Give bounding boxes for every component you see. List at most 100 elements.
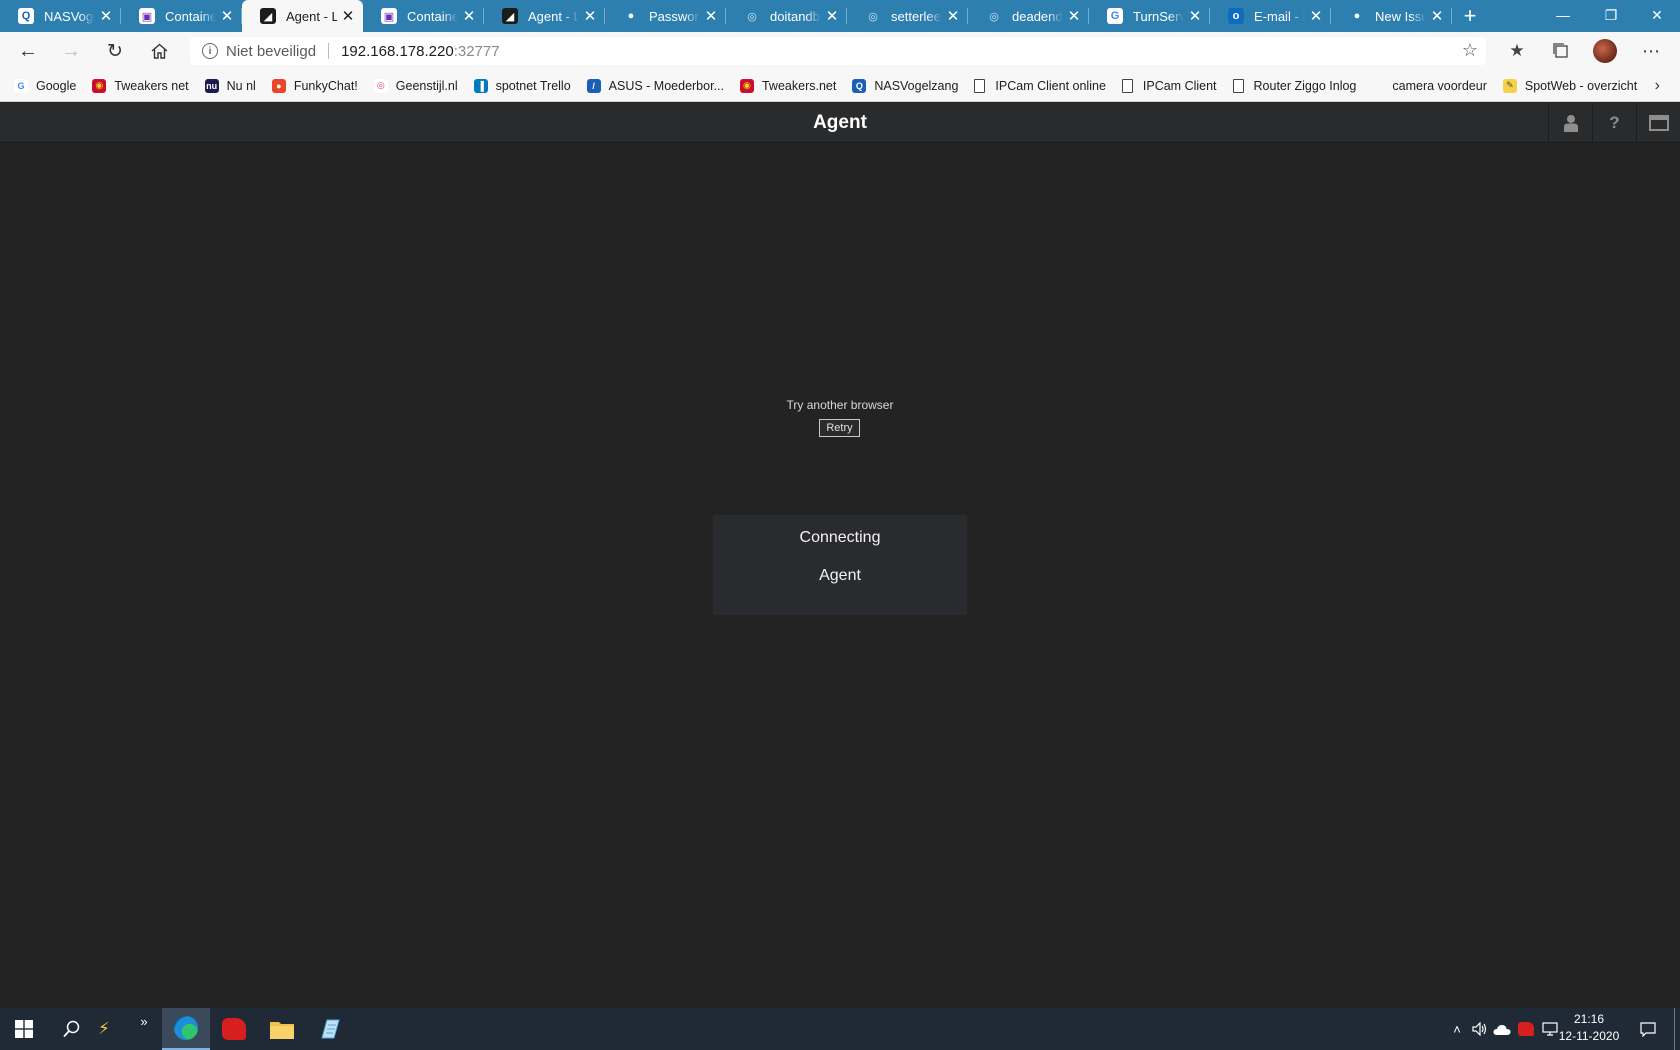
start-button[interactable] xyxy=(0,1008,48,1050)
browser-tab[interactable]: ◎ setterlee/r✕ xyxy=(847,0,968,32)
browser-tab[interactable]: ● Password✕ xyxy=(605,0,726,32)
bookmark-item[interactable]: camera voordeur xyxy=(1392,79,1487,93)
lightning-icon: ⚡ xyxy=(98,1019,110,1038)
file-explorer-taskbar-button[interactable] xyxy=(258,1008,306,1050)
notepad-taskbar-button[interactable] xyxy=(306,1008,354,1050)
volume-icon[interactable] xyxy=(1468,1008,1490,1050)
bookmark-item[interactable]: nu Nu nl xyxy=(204,78,256,93)
bookmark-item[interactable]: ◉ Tweakers.net xyxy=(739,78,836,93)
bookmark-item[interactable]: ◎ Geenstijl.nl xyxy=(373,78,458,93)
show-desktop-button[interactable] xyxy=(1674,1008,1675,1050)
tab-title: setterlee/r xyxy=(891,8,942,24)
tab-close-icon[interactable]: ✕ xyxy=(462,7,476,25)
tab-close-icon[interactable]: ✕ xyxy=(1309,7,1323,25)
tab-title: E-mail - M xyxy=(1254,8,1305,24)
browser-tab[interactable]: o E-mail - M✕ xyxy=(1210,0,1331,32)
page-icon xyxy=(1121,78,1133,93)
clock-time: 21:16 xyxy=(1573,1012,1605,1026)
browser-tab[interactable]: G TurnServe✕ xyxy=(1089,0,1210,32)
help-button[interactable]: ? xyxy=(1592,103,1636,143)
profile-avatar[interactable] xyxy=(1590,37,1620,65)
tab-close-icon[interactable]: ✕ xyxy=(583,7,597,25)
bookmarks-overflow-chevron-icon[interactable]: › xyxy=(1655,77,1660,95)
browser-tab[interactable]: ▣ Container ✕ xyxy=(121,0,242,32)
tweakers-icon: ◉ xyxy=(92,78,107,93)
new-tab-button[interactable]: + xyxy=(1452,0,1488,32)
bookmark-item[interactable]: G Google xyxy=(14,78,76,93)
favorite-star-icon[interactable]: ☆ xyxy=(1462,40,1478,61)
bookmark-item[interactable]: ◉ Tweakers net xyxy=(92,78,189,93)
app-header: Agent ? xyxy=(0,103,1680,143)
tab-close-icon[interactable]: ✕ xyxy=(1067,7,1081,25)
bookmark-item[interactable]: Q NASVogelzang xyxy=(852,78,958,93)
tab-title: Agent - Lo xyxy=(528,8,579,24)
bookmark-label: IPCam Client online xyxy=(995,78,1106,93)
bookmark-item[interactable]: ▐ spotnet Trello xyxy=(473,78,571,93)
browser-tab[interactable]: ◢ Agent - Lo✕ xyxy=(242,0,363,32)
address-input[interactable]: i Niet beveiligd 192.168.178.220:32777 ☆ xyxy=(190,37,1486,65)
bookmark-item[interactable]: / ASUS - Moederbor... xyxy=(586,78,724,93)
tab-close-icon[interactable]: ✕ xyxy=(99,7,113,25)
bookmark-list: G Google ◉ Tweakers net nu Nu nl ● FunkyChat! ◎ G… xyxy=(14,78,1653,93)
collections-icon xyxy=(1553,43,1568,58)
tab-close-icon[interactable]: ✕ xyxy=(704,7,718,25)
google-icon: G xyxy=(1107,8,1123,24)
restore-button[interactable]: ❐ xyxy=(1588,0,1634,30)
browser-tab[interactable]: ● New Issue✕ xyxy=(1331,0,1452,32)
back-button[interactable]: ← xyxy=(12,36,44,66)
tab-list: QNASVogelzang✕▣Container✕◢Agent - Lo✕▣Co… xyxy=(0,0,1452,32)
bookmark-label: Router Ziggo Inlog xyxy=(1253,78,1357,93)
browser-tab[interactable]: ◢ Agent - Lo✕ xyxy=(484,0,605,32)
browser-tab[interactable]: ◎ deadend/✕ xyxy=(968,0,1089,32)
notifications-icon[interactable] xyxy=(1632,1008,1664,1050)
edge-taskbar-button[interactable] xyxy=(162,1008,210,1050)
browser-tab[interactable]: Q NASVogelzang✕ xyxy=(0,0,121,32)
tab-close-icon[interactable]: ✕ xyxy=(220,7,234,25)
minimize-button[interactable]: — xyxy=(1540,0,1586,30)
taskbar-overflow-button[interactable]: » xyxy=(124,1008,164,1050)
tab-close-icon[interactable]: ✕ xyxy=(1430,7,1444,25)
connecting-status: Connecting xyxy=(799,529,881,546)
pinned-app-button[interactable]: ⚡ xyxy=(84,1008,124,1050)
geenstijl-icon: ◎ xyxy=(373,78,388,93)
favorites-button[interactable]: ★ xyxy=(1502,37,1532,65)
red-app-tray-icon[interactable] xyxy=(1514,1008,1538,1050)
bookmark-item[interactable]: Router Ziggo Inlog xyxy=(1232,78,1357,93)
settings-menu-button[interactable]: ⋯ xyxy=(1636,37,1666,65)
collections-button[interactable] xyxy=(1546,37,1576,65)
bookmark-label: Tweakers net xyxy=(114,78,189,93)
address-host: 192.168.178.220 xyxy=(341,42,454,60)
container-icon: ▣ xyxy=(381,8,397,24)
bookmark-label: IPCam Client xyxy=(1142,78,1217,93)
clock-date: 12-11-2020 xyxy=(1558,1029,1620,1043)
search-icon xyxy=(63,1020,80,1038)
tab-close-icon[interactable]: ✕ xyxy=(341,7,355,25)
tray-chevron-up-icon[interactable]: ˄ xyxy=(1446,1008,1468,1050)
tab-close-icon[interactable]: ✕ xyxy=(1188,7,1202,25)
bookmark-label: Nu nl xyxy=(226,78,256,93)
window-button[interactable] xyxy=(1636,103,1680,143)
browser-tab[interactable]: ◎ doitandbe✕ xyxy=(726,0,847,32)
tab-close-icon[interactable]: ✕ xyxy=(825,7,839,25)
avatar-icon xyxy=(1593,39,1617,63)
browser-warning-message: Try another browser xyxy=(786,398,894,412)
bookmark-item[interactable]: IPCam Client online xyxy=(974,78,1106,93)
bookmark-item[interactable]: ● FunkyChat! xyxy=(271,78,358,93)
browser-tab[interactable]: ▣ Container ✕ xyxy=(363,0,484,32)
edge-icon xyxy=(174,1016,198,1040)
bookmark-item[interactable]: ✎ SpotWeb - overzicht xyxy=(1502,78,1637,93)
info-icon[interactable]: i xyxy=(202,43,218,59)
red-app-taskbar-button[interactable] xyxy=(210,1008,258,1050)
system-clock[interactable]: 21:16 12-11-2020 xyxy=(1554,1011,1624,1045)
refresh-button[interactable]: ↻ xyxy=(99,36,131,66)
forward-button[interactable]: → xyxy=(55,36,87,66)
tab-close-icon[interactable]: ✕ xyxy=(946,7,960,25)
bookmark-item[interactable]: IPCam Client xyxy=(1121,78,1217,93)
user-button[interactable] xyxy=(1548,103,1592,143)
home-button[interactable] xyxy=(143,36,175,66)
address-port: :32777 xyxy=(453,42,500,60)
user-icon xyxy=(1563,115,1578,132)
retry-button[interactable]: Retry xyxy=(819,419,860,437)
close-window-button[interactable]: ✕ xyxy=(1634,0,1680,30)
onedrive-cloud-icon[interactable] xyxy=(1490,1008,1514,1050)
